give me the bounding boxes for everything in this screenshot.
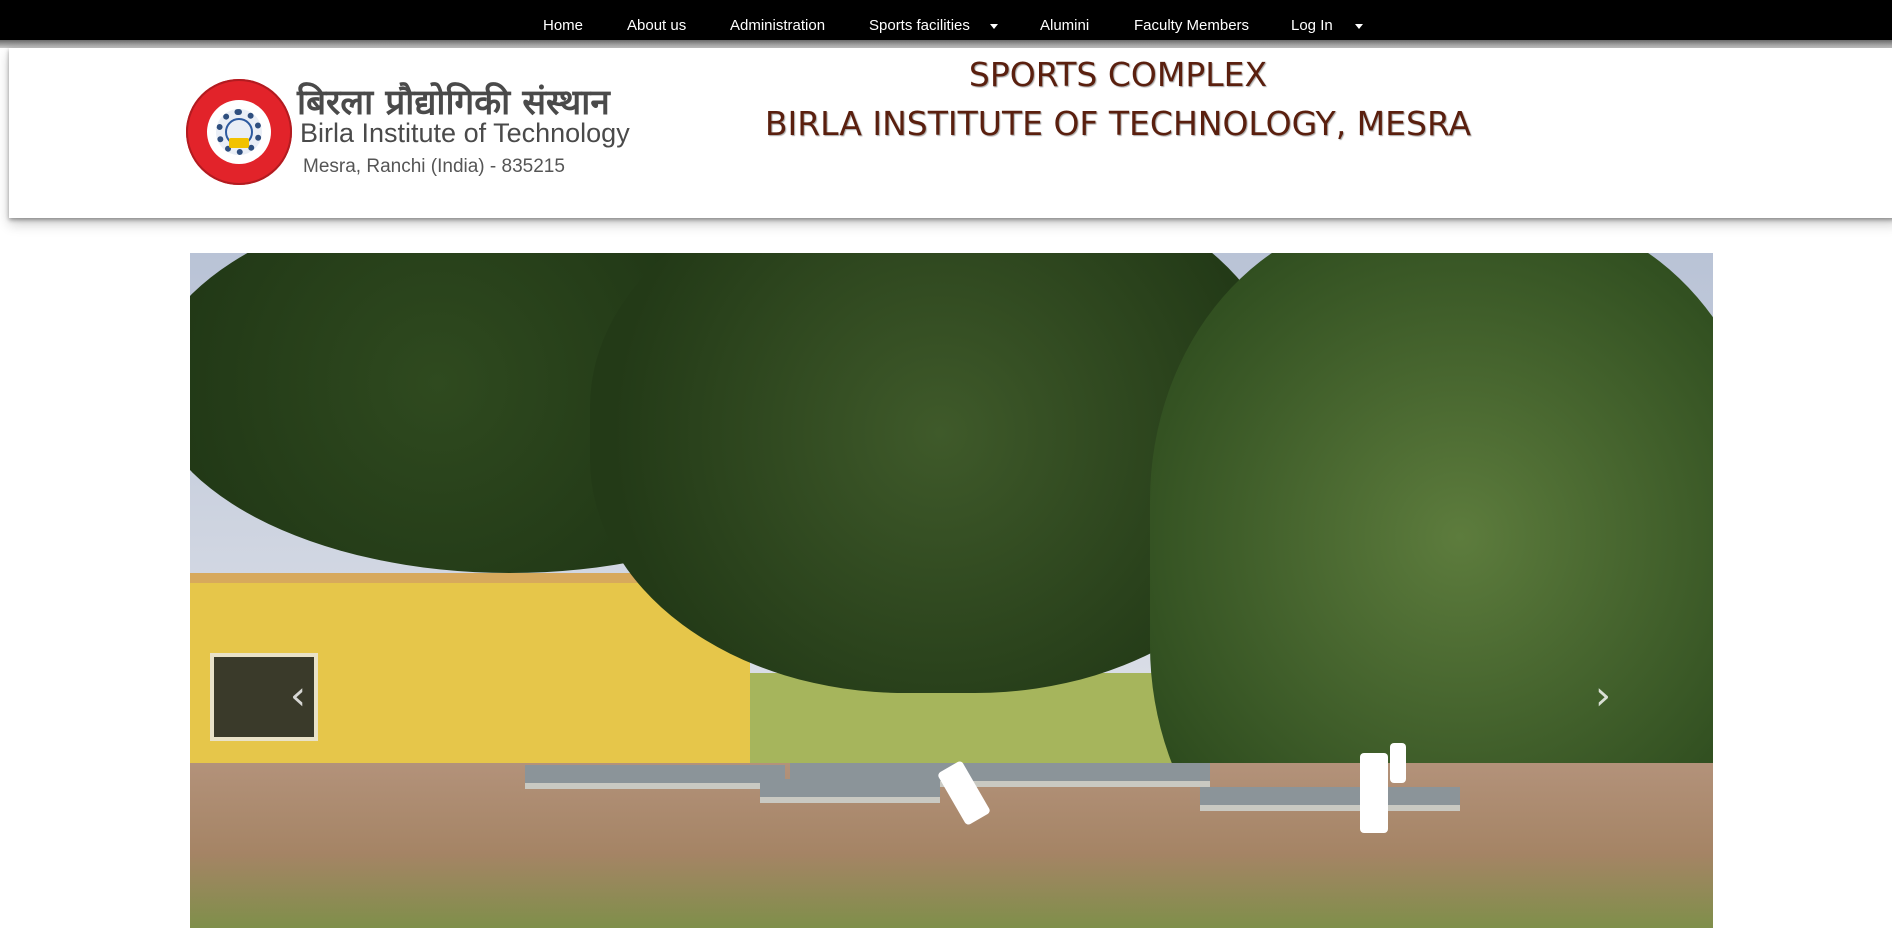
- seal-inner: [207, 100, 271, 164]
- photo-bench: [1200, 787, 1460, 811]
- institute-address: Mesra, Ranchi (India) - 835215: [303, 156, 565, 177]
- bit-seal-logo-icon[interactable]: [186, 79, 292, 185]
- nav-administration[interactable]: Administration: [730, 0, 825, 40]
- chevron-left-icon[interactable]: ‹: [290, 673, 306, 719]
- nav-log-in[interactable]: Log In: [1291, 0, 1333, 40]
- book-icon: [229, 138, 249, 148]
- page-subtitle: BIRLA INSTITUTE OF TECHNOLOGY, MESRA: [764, 104, 1472, 143]
- chevron-right-icon[interactable]: ›: [1595, 673, 1611, 719]
- institute-name-english: Birla Institute of Technology: [300, 118, 630, 148]
- nav-faculty-members[interactable]: Faculty Members: [1134, 0, 1249, 40]
- photo-bench: [525, 765, 785, 789]
- nav-alumini[interactable]: Alumini: [1040, 0, 1089, 40]
- sports-facilities-dropdown-caret-icon[interactable]: [990, 24, 998, 29]
- image-carousel[interactable]: ‹ ›: [190, 253, 1713, 928]
- photo-tree-trunk: [1360, 753, 1388, 833]
- top-navbar: Home About us Administration Sports faci…: [0, 0, 1892, 40]
- nav-home[interactable]: Home: [543, 0, 583, 40]
- page-title: SPORTS COMPLEX: [968, 55, 1268, 94]
- photo-tree-trunk: [1390, 743, 1406, 783]
- header-top-shadow: [0, 40, 1892, 48]
- nav-sports-facilities[interactable]: Sports facilities: [869, 0, 970, 40]
- nav-about-us[interactable]: About us: [627, 0, 686, 40]
- photo-bench: [760, 779, 940, 803]
- log-in-dropdown-caret-icon[interactable]: [1355, 24, 1363, 29]
